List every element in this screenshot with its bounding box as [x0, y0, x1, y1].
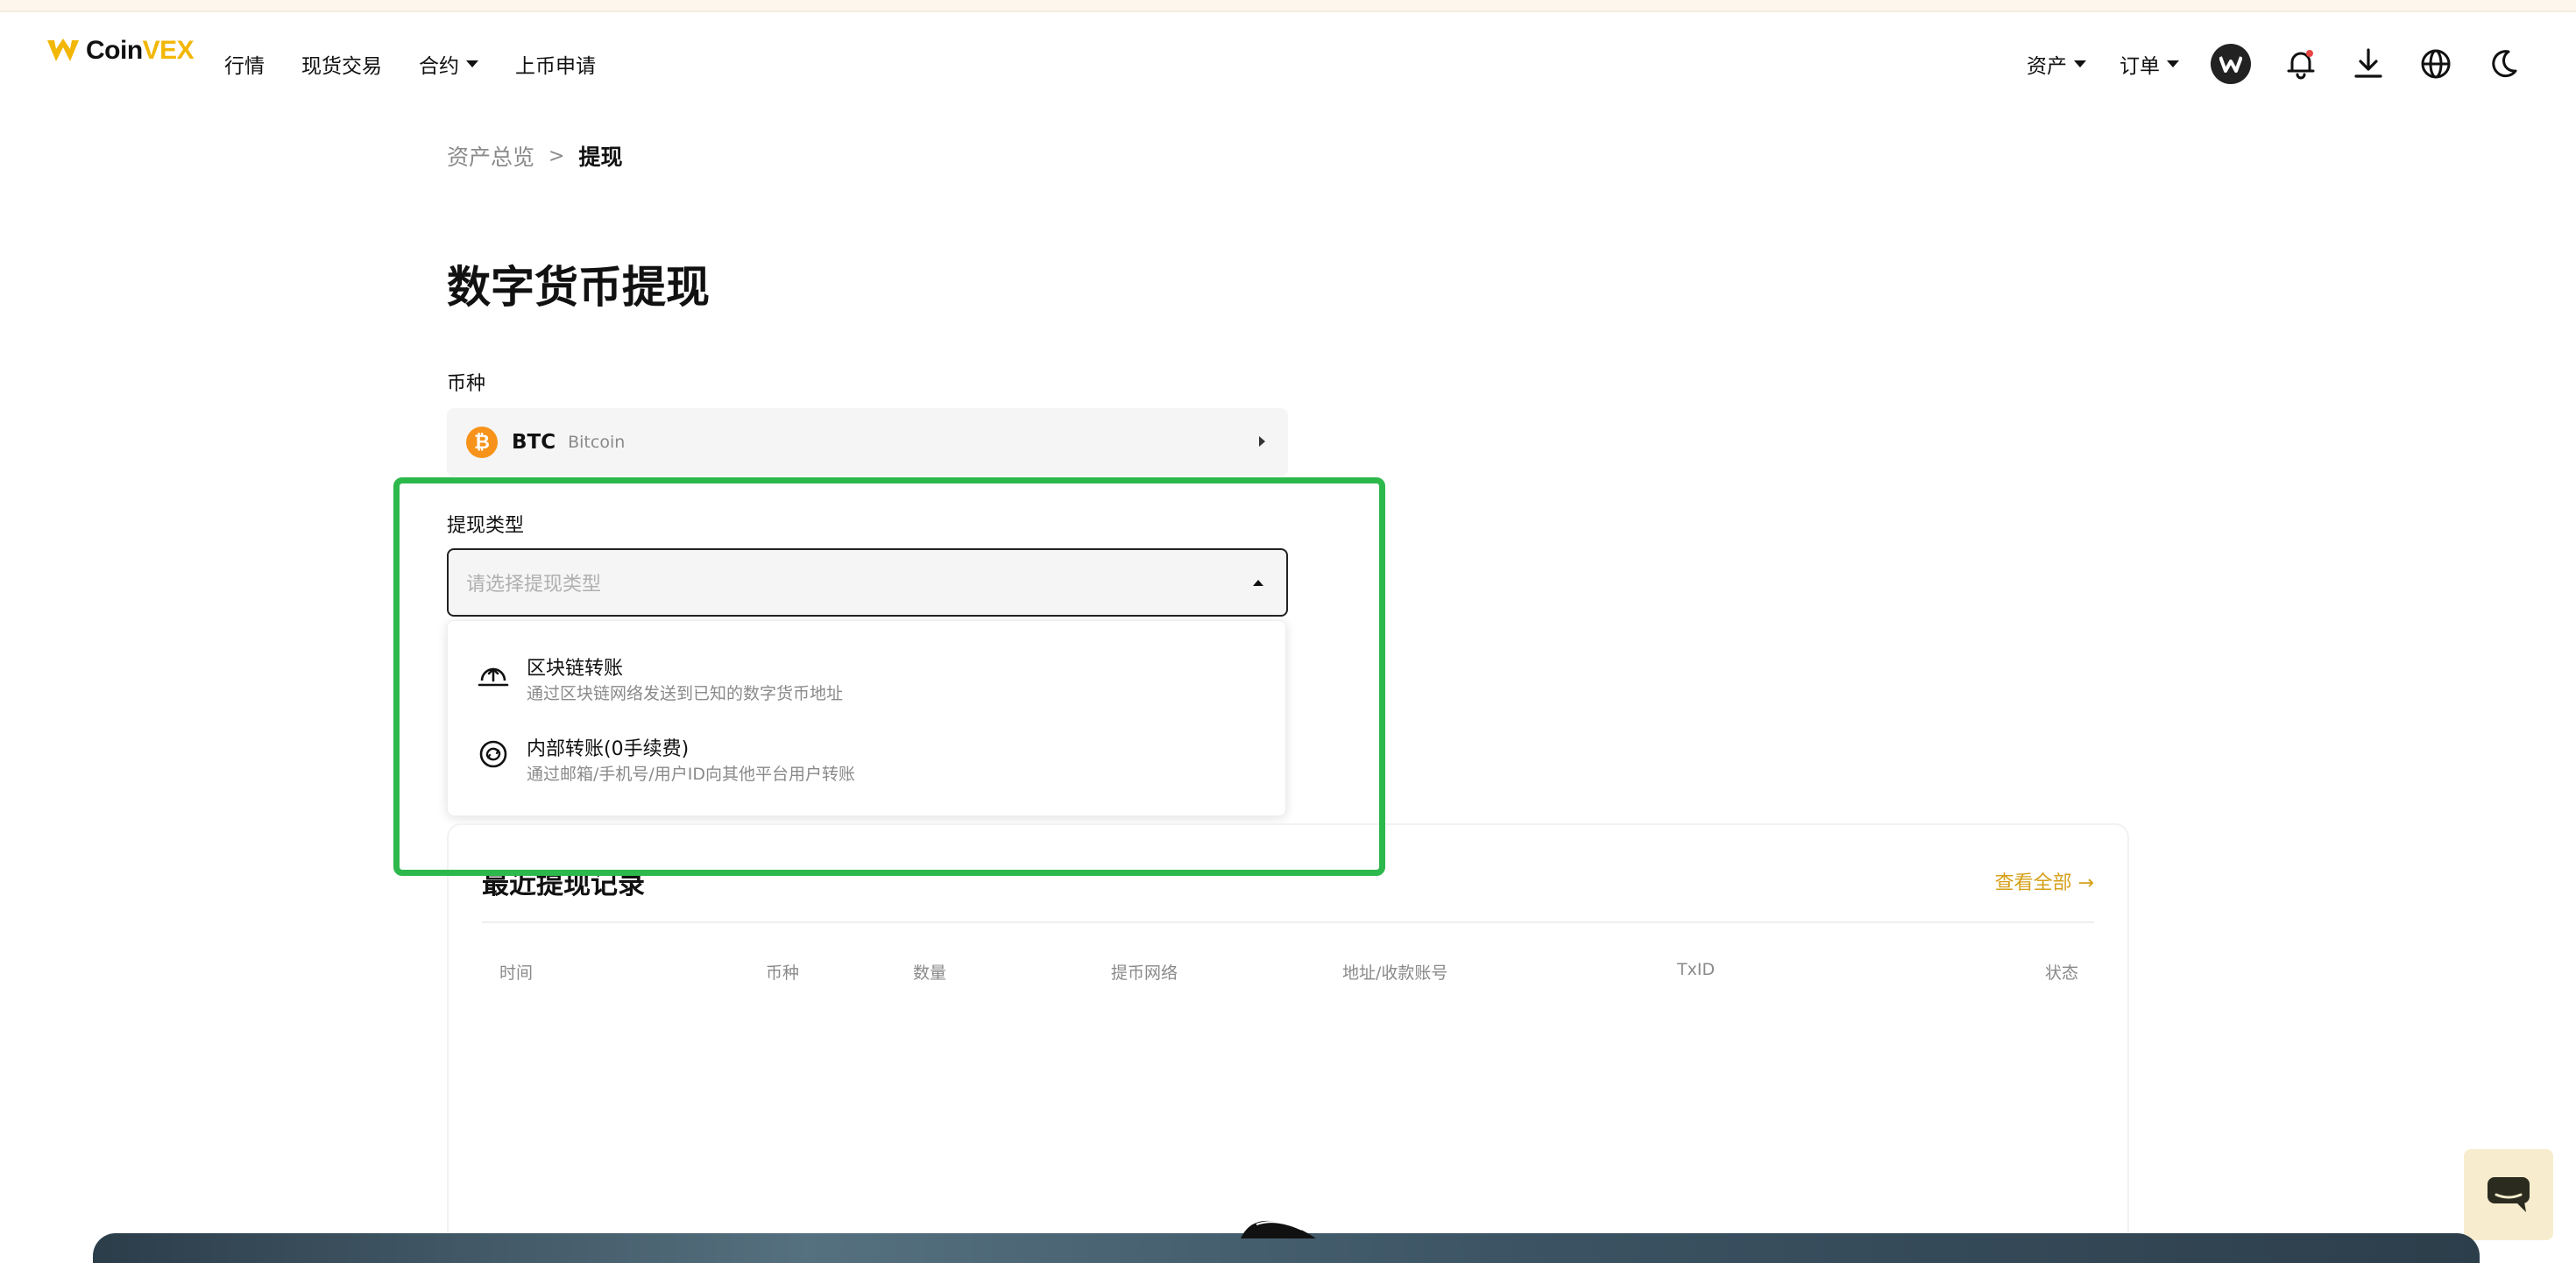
recent-withdrawals-card: 最近提现记录 查看全部 → 时间 币种 数量 提币网络 地址/收款账号 TxID… [447, 823, 2129, 1263]
download-icon[interactable] [2348, 44, 2388, 84]
page-title: 数字货币提现 [447, 262, 710, 313]
bottom-overlay-shape [1241, 1217, 1316, 1238]
highlight-box [393, 477, 1385, 876]
column-header-address: 地址/收款账号 [1342, 963, 1448, 983]
coin-label: 币种 [447, 373, 486, 395]
chat-bubble-icon [2488, 1177, 2530, 1212]
column-header-network: 提币网络 [1111, 963, 1178, 983]
column-header-txid: TxID [1677, 960, 1716, 979]
user-avatar-icon[interactable] [2211, 44, 2251, 84]
chevron-down-icon [2074, 60, 2086, 67]
chevron-down-icon [2167, 60, 2179, 67]
column-header-coin: 币种 [766, 963, 800, 983]
header-right: 资产 订单 [0, 35, 2576, 88]
column-header-status: 状态 [2045, 963, 2079, 983]
caret-right-icon [1259, 436, 1265, 447]
coin-symbol: BTC [512, 431, 556, 454]
breadcrumb-current: 提现 [578, 145, 623, 170]
orders-menu[interactable]: 订单 [2120, 49, 2179, 79]
view-all-link[interactable]: 查看全部 → [1995, 867, 2094, 895]
column-header-time: 时间 [499, 963, 534, 983]
breadcrumb-assets-overview[interactable]: 资产总览 [447, 140, 534, 172]
coin-select[interactable]: ₿ BTC Bitcoin [447, 408, 1288, 476]
breadcrumb: 资产总览 > 提现 [447, 140, 622, 172]
assets-menu[interactable]: 资产 [2027, 49, 2086, 79]
bell-icon[interactable] [2281, 44, 2321, 84]
coin-name: Bitcoin [568, 433, 626, 452]
top-strip [0, 0, 2576, 12]
column-header-amount: 数量 [913, 963, 947, 983]
chevron-right-icon: > [548, 145, 565, 167]
divider [482, 921, 2094, 923]
moon-icon[interactable] [2483, 44, 2523, 84]
bitcoin-icon: ₿ [466, 427, 498, 458]
chat-support-button[interactable] [2464, 1149, 2553, 1240]
globe-icon[interactable] [2416, 44, 2456, 84]
